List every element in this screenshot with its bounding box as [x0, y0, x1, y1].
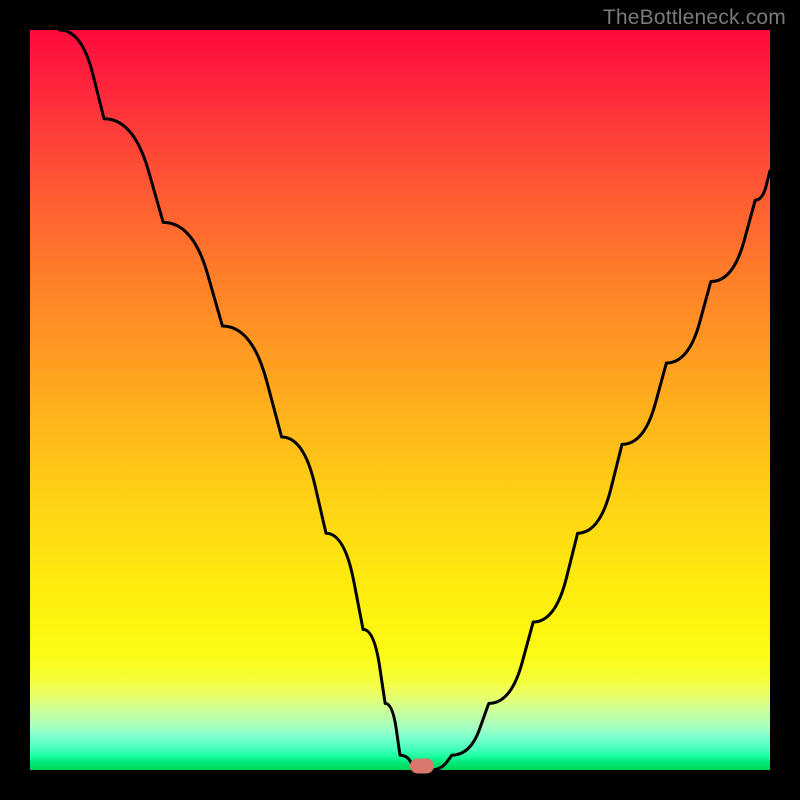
- plot-area: [30, 30, 770, 770]
- bottleneck-curve: [60, 30, 770, 770]
- watermark-text: TheBottleneck.com: [603, 6, 786, 30]
- curve-svg: [30, 30, 770, 770]
- chart-frame: TheBottleneck.com: [0, 0, 800, 800]
- optimal-point-marker: [410, 759, 434, 774]
